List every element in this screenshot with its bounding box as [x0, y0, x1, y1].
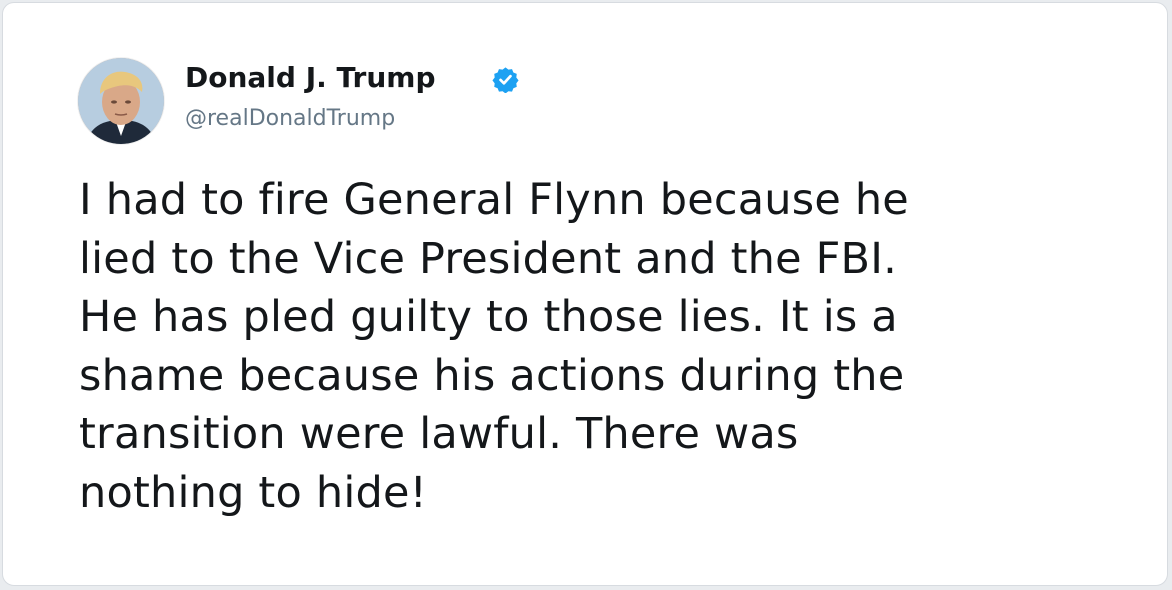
author-display-name[interactable]: Donald J. Trump [185, 61, 435, 95]
profile-photo-icon [78, 58, 164, 144]
verified-badge-icon [492, 67, 519, 93]
avatar[interactable] [78, 58, 164, 144]
tweet-text: I had to fire General Flynn because he l… [79, 175, 909, 518]
author-handle[interactable]: @realDonaldTrump [185, 105, 395, 133]
tweet-card: Donald J. Trump @realDonaldTrump I had t… [2, 2, 1168, 586]
